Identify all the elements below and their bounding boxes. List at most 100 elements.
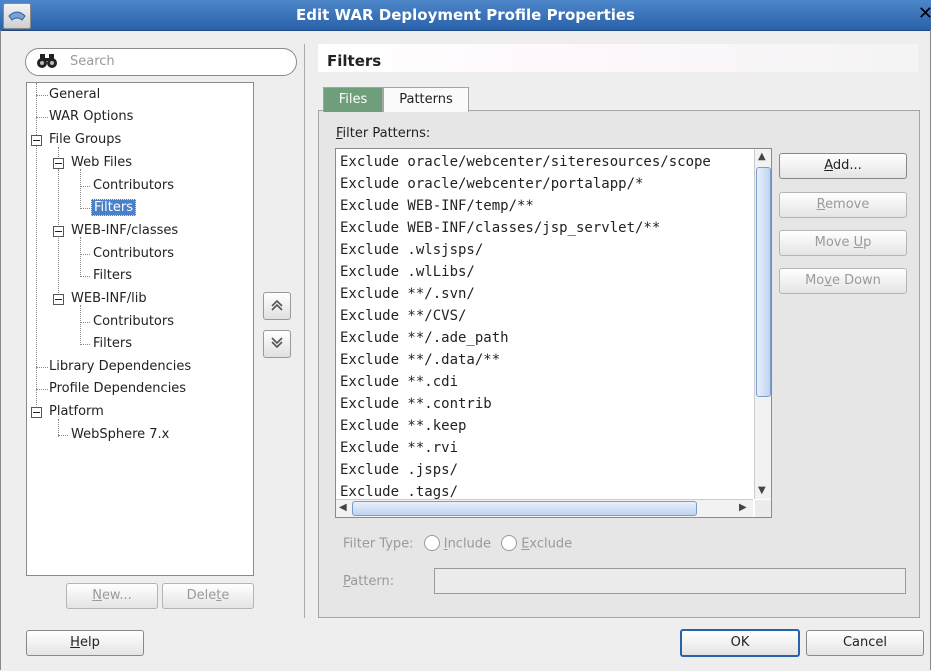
button-label: e [221, 588, 230, 603]
search-field[interactable]: Search [25, 48, 297, 76]
list-item[interactable]: Exclude **/.svn/ [340, 283, 475, 305]
horizontal-scroll-thumb[interactable] [352, 501, 697, 516]
panel-divider[interactable] [304, 44, 305, 618]
tree-item-web-files-filters[interactable]: Filters [91, 198, 136, 218]
move-down-button[interactable]: Move Down [779, 268, 907, 294]
title-bar[interactable]: Edit WAR Deployment Profile Properties ✕ [0, 0, 931, 31]
mnemonic: v [824, 273, 832, 288]
tree-line [80, 254, 90, 255]
tab-patterns[interactable]: Patterns [383, 87, 469, 112]
mnemonic: R [816, 197, 826, 212]
scroll-right-icon[interactable]: ▶ [739, 502, 747, 513]
filter-patterns-list[interactable]: Exclude oracle/webcenter/siteresources/s… [335, 148, 772, 518]
scroll-left-icon[interactable]: ◀ [339, 502, 347, 513]
list-item[interactable]: Exclude .jsps/ [340, 459, 458, 481]
tree-item-library-dependencies[interactable]: Library Dependencies [47, 357, 193, 377]
tree-line [80, 344, 90, 345]
button-label: Dele [186, 588, 217, 603]
tree-item-label: General [49, 87, 101, 102]
list-item[interactable]: Exclude WEB-INF/classes/jsp_servlet/** [340, 217, 660, 239]
list-item[interactable]: Exclude WEB-INF/temp/** [340, 195, 534, 217]
move-up-arrow-button[interactable] [263, 292, 291, 320]
move-up-button[interactable]: Move Up [779, 230, 907, 256]
tree-item-file-groups[interactable]: File Groups [47, 130, 123, 150]
close-icon[interactable]: ✕ [918, 3, 931, 24]
mnemonic: U [853, 235, 864, 250]
tree-item-label: Filters [93, 268, 132, 283]
mnemonic: H [70, 635, 80, 650]
help-button[interactable]: Help [26, 630, 144, 656]
list-item[interactable]: Exclude **/.data/** [340, 349, 500, 371]
tree-item-war-options[interactable]: WAR Options [47, 107, 135, 127]
collapse-icon[interactable] [53, 294, 64, 305]
move-down-arrow-button[interactable] [263, 330, 291, 358]
scroll-down-icon[interactable]: ▼ [758, 485, 766, 496]
tree-line [80, 186, 90, 187]
list-item[interactable]: Exclude .wlsjsps/ [340, 239, 483, 261]
horizontal-scrollbar[interactable]: ◀ ▶ [336, 499, 753, 517]
vertical-scrollbar[interactable]: ▲ ▼ [754, 149, 771, 499]
label-text: ilter Patterns: [342, 126, 431, 141]
collapse-icon[interactable] [31, 135, 42, 146]
tree-item-web-inf-classes[interactable]: WEB-INF/classes [69, 221, 180, 241]
list-item[interactable]: Exclude **.contrib [340, 393, 492, 415]
new-button[interactable]: New... [66, 583, 158, 609]
button-label: dd... [832, 158, 862, 173]
ok-button[interactable]: OK [680, 629, 800, 657]
tree-item-classes-contributors[interactable]: Contributors [91, 244, 176, 264]
include-radio[interactable] [423, 535, 440, 551]
mnemonic: N [92, 588, 102, 603]
double-chevron-down-icon [271, 337, 283, 349]
window-title: Edit WAR Deployment Profile Properties [295, 6, 635, 24]
list-item[interactable]: Exclude oracle/webcenter/portalapp/* [340, 173, 643, 195]
tree-line [80, 305, 81, 345]
list-item[interactable]: Exclude **/.ade_path [340, 327, 509, 349]
pattern-input[interactable] [434, 568, 906, 594]
add-button[interactable]: Add... [779, 153, 907, 179]
exclude-radio[interactable] [501, 535, 518, 551]
tree-item-lib-filters[interactable]: Filters [91, 334, 134, 354]
tree-item-label: WEB-INF/lib [71, 291, 147, 306]
tree-item-general[interactable]: General [47, 85, 102, 105]
remove-button[interactable]: Remove [779, 192, 907, 218]
list-item[interactable]: Exclude oracle/webcenter/siteresources/s… [340, 151, 711, 173]
navigation-tree[interactable]: General WAR Options File Groups Web File… [26, 82, 254, 576]
tree-item-web-inf-lib[interactable]: WEB-INF/lib [69, 289, 149, 309]
tree-item-label: WebSphere 7.x [71, 427, 170, 442]
button-label: p [863, 235, 872, 250]
tree-item-web-files[interactable]: Web Files [69, 153, 134, 173]
tree-item-websphere[interactable]: WebSphere 7.x [69, 425, 171, 445]
tree-item-classes-filters[interactable]: Filters [91, 266, 134, 286]
filter-type-label: Filter Type: [343, 536, 414, 552]
list-item[interactable]: Exclude **/CVS/ [340, 305, 466, 327]
collapse-icon[interactable] [53, 158, 64, 169]
tree-item-label: File Groups [49, 132, 122, 147]
list-item[interactable]: Exclude .wlLibs/ [340, 261, 475, 283]
button-label: Mo [805, 273, 825, 288]
button-label: e Down [831, 273, 881, 288]
tree-item-label: Contributors [93, 246, 174, 261]
tree-item-label: Library Dependencies [49, 359, 192, 374]
tree-item-web-files-contributors[interactable]: Contributors [91, 176, 176, 196]
tree-item-platform[interactable]: Platform [47, 402, 106, 422]
scroll-corner [755, 500, 771, 517]
collapse-icon[interactable] [53, 226, 64, 237]
tree-item-label: WAR Options [49, 109, 134, 124]
list-item[interactable]: Exclude **.rvi [340, 437, 458, 459]
tree-item-lib-contributors[interactable]: Contributors [91, 312, 176, 332]
tab-files[interactable]: Files [323, 87, 383, 112]
tree-line [36, 83, 37, 95]
tree-item-label: Web Files [71, 155, 133, 170]
vertical-scroll-thumb[interactable] [756, 167, 771, 397]
collapse-icon[interactable] [31, 407, 42, 418]
scroll-up-icon[interactable]: ▲ [758, 151, 766, 162]
list-item[interactable]: Exclude **.cdi [340, 371, 458, 393]
mnemonic: A [824, 158, 833, 173]
pattern-label: Pattern: [343, 574, 394, 589]
button-label: elp [79, 635, 100, 650]
delete-button[interactable]: Delete [162, 583, 254, 609]
cancel-button[interactable]: Cancel [806, 630, 924, 656]
tree-item-profile-dependencies[interactable]: Profile Dependencies [47, 379, 188, 399]
list-item[interactable]: Exclude **.keep [340, 415, 466, 437]
button-label: ew... [101, 588, 132, 603]
